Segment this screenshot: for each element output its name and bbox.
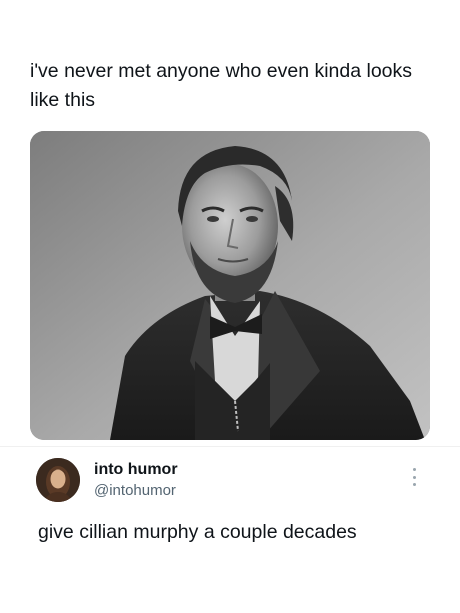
avatar-portrait-icon bbox=[36, 458, 80, 502]
more-dot bbox=[412, 483, 416, 486]
user-handle[interactable]: @intohumor bbox=[94, 481, 176, 501]
more-options-icon[interactable] bbox=[404, 466, 424, 488]
more-dot bbox=[412, 468, 416, 471]
post-photo[interactable] bbox=[30, 131, 430, 440]
portrait-photo-image bbox=[30, 131, 430, 440]
more-dot bbox=[412, 475, 416, 479]
reply-text: give cillian murphy a couple decades bbox=[38, 521, 357, 543]
display-name[interactable]: into humor bbox=[94, 460, 178, 480]
avatar[interactable] bbox=[36, 458, 80, 502]
divider bbox=[0, 446, 460, 447]
post-text: i've never met anyone who even kinda loo… bbox=[30, 60, 413, 111]
